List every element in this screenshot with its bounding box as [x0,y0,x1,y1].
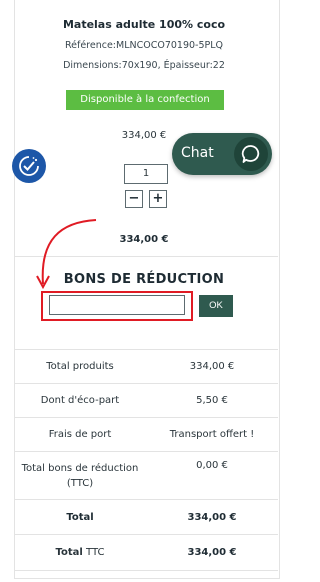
totals-table: Total produits 334,00 € Dont d'éco-part … [14,349,278,571]
totals-value: Transport offert ! [169,429,255,440]
totals-value: 334,00 € [189,361,235,372]
totals-value: 334,00 € [187,511,237,523]
totals-row-eco-part: Dont d'éco-part 5,50 € [14,384,278,418]
totals-row-total-ttc: Total TTC 334,00 € [14,535,278,571]
totals-row-discounts: Total bons de réduction (TTC) 0,00 € [14,452,278,500]
totals-label: Dont d'éco-part [40,395,120,406]
coupon-code-input[interactable] [49,295,185,315]
totals-label: Total [66,511,94,523]
totals-row-products: Total produits 334,00 € [14,350,278,384]
totals-row-total: Total 334,00 € [14,500,278,535]
apply-coupon-button[interactable]: OK [199,295,233,317]
totals-label-bold: Total [55,547,83,558]
totals-label: Frais de port [48,429,112,440]
totals-value: 0,00 € [196,460,228,471]
totals-value: 5,50 € [196,395,228,406]
totals-value: 334,00 € [187,547,237,558]
totals-label-suffix: TTC [82,547,105,558]
totals-label: Total TTC [14,547,146,558]
totals-row-shipping: Frais de port Transport offert ! [14,418,278,452]
totals-label: Total produits [46,361,114,372]
totals-label: Total bons de réduction (TTC) [21,462,139,489]
